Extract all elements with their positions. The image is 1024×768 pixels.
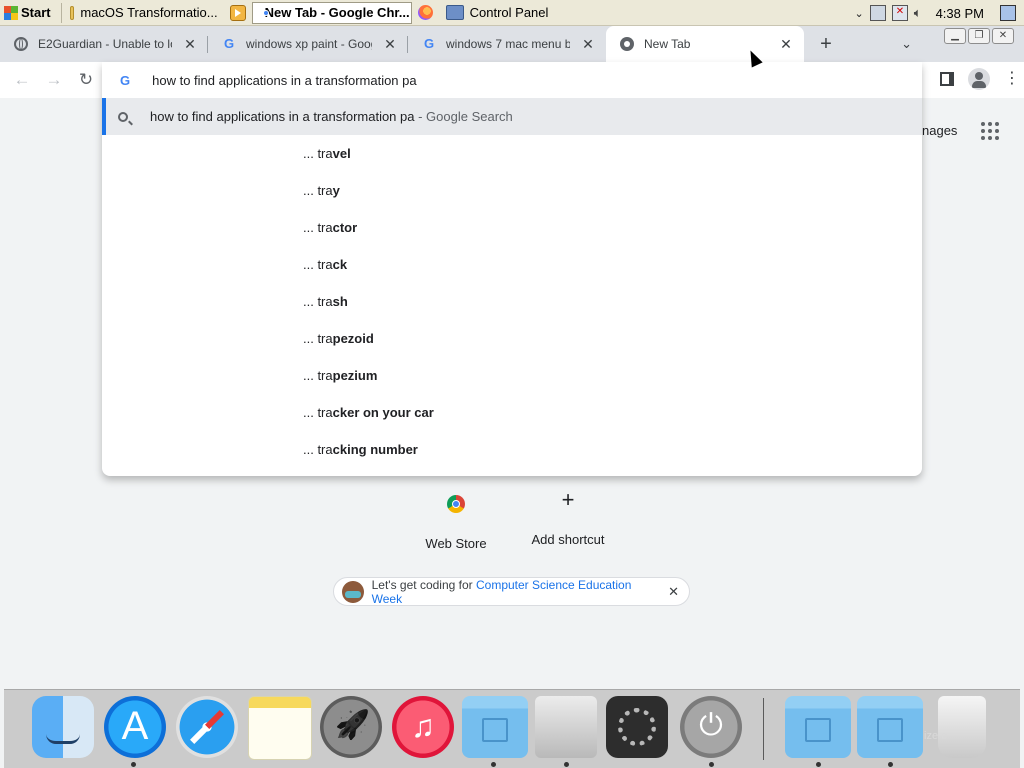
windows-logo-icon xyxy=(4,5,18,20)
shortcut-add[interactable]: + Add shortcut xyxy=(512,476,624,547)
globe-icon xyxy=(14,37,28,51)
dock-divider xyxy=(763,698,764,760)
google-icon: G xyxy=(120,72,131,88)
google-icon: G xyxy=(423,36,435,51)
omnibox-suggestion[interactable]: ... tra cking number xyxy=(102,431,922,468)
new-tab-button[interactable]: + xyxy=(812,30,840,58)
app-store-icon[interactable]: A xyxy=(104,696,166,758)
clock[interactable]: 4:38 PM xyxy=(936,6,984,21)
tab-strip: E2Guardian - Unable to loa ✕ G windows x… xyxy=(0,26,1024,62)
network-disconnected-icon[interactable] xyxy=(891,5,908,21)
omnibox-suggestion[interactable]: ... tra pezoid xyxy=(102,320,922,357)
speaker-icon[interactable]: 🔈︎ xyxy=(914,5,922,21)
close-icon[interactable]: ✕ xyxy=(668,584,679,600)
close-icon[interactable]: ✕ xyxy=(778,36,794,53)
shortcut-label: Web Store xyxy=(425,536,487,551)
reload-button[interactable]: ↻ xyxy=(74,68,98,92)
firefox-icon xyxy=(417,5,433,20)
omnibox-suggestion[interactable]: ... tra pezium xyxy=(102,357,922,394)
start-label: Start xyxy=(21,5,51,20)
profile-avatar[interactable] xyxy=(968,68,990,90)
shortcut-label: Add shortcut xyxy=(531,532,605,547)
tab-windows-xp-paint[interactable]: G windows xp paint - Google ✕ xyxy=(208,26,408,62)
taskbar-item-firefox[interactable] xyxy=(412,2,440,24)
omnibox-suggestion[interactable]: ... tra ctor xyxy=(102,209,922,246)
trash-icon[interactable] xyxy=(938,696,986,758)
close-window-button[interactable]: ✕ xyxy=(992,28,1014,44)
promo-avatar-icon xyxy=(342,580,364,603)
taskbar-item-control-panel[interactable]: Control Panel xyxy=(440,2,600,24)
promo-text: Let's get coding for xyxy=(371,577,476,592)
menu-kebab-icon[interactable]: ⋮ xyxy=(1004,71,1020,87)
web-store-icon xyxy=(447,495,465,513)
side-panel-icon[interactable] xyxy=(940,72,954,86)
omnibox-suggestion[interactable]: ... tra y xyxy=(102,172,922,209)
taskbar-item-chrome[interactable]: New Tab - Google Chr... xyxy=(251,1,412,24)
taskbar-item-macos-transformation[interactable]: macOS Transformatio... xyxy=(64,2,224,24)
control-panel-icon xyxy=(445,5,464,20)
omnibox-input[interactable] xyxy=(152,72,753,88)
media-player-icon xyxy=(229,4,246,21)
tab-e2guardian[interactable]: E2Guardian - Unable to loa ✕ xyxy=(0,26,208,62)
omnibox-suggestion-search[interactable]: how to find applications in a transforma… xyxy=(102,98,922,135)
applications-folder-icon[interactable] xyxy=(462,696,528,758)
taskbar-item-media-player[interactable] xyxy=(224,2,252,24)
music-icon[interactable]: ♫ xyxy=(392,696,454,758)
dock-ghost-text: ize e xyxy=(924,730,948,742)
safari-icon[interactable] xyxy=(176,696,238,758)
close-icon[interactable]: ✕ xyxy=(382,36,398,53)
omnibox-suggestion[interactable]: ... tra sh xyxy=(102,283,922,320)
folder-icon[interactable] xyxy=(785,696,851,758)
start-button[interactable]: Start xyxy=(0,2,59,24)
tab-windows-7-mac-menu-bar[interactable]: G windows 7 mac menu bar - ✕ xyxy=(408,26,606,62)
images-link[interactable]: nages xyxy=(922,123,957,138)
omnibox-dropdown: G how to find applications in a transfor… xyxy=(102,62,922,476)
forward-button[interactable]: → xyxy=(42,68,66,92)
notes-icon[interactable] xyxy=(248,696,312,760)
omnibox-suggestion[interactable]: ... tra cker on your car xyxy=(102,394,922,431)
system-preferences-icon[interactable] xyxy=(606,696,668,758)
omnibox[interactable]: G xyxy=(102,62,922,98)
show-desktop-icon[interactable] xyxy=(1000,5,1016,21)
tab-search-chevron-icon[interactable]: ⌄ xyxy=(901,36,912,52)
shortcut-web-store[interactable]: Web Store xyxy=(400,480,512,551)
close-icon[interactable]: ✕ xyxy=(580,36,596,53)
maximize-button[interactable]: ❐ xyxy=(968,28,990,44)
chrome-icon xyxy=(620,37,634,51)
folder-icon xyxy=(69,5,75,20)
network-icon[interactable] xyxy=(869,5,886,21)
documents-folder-icon[interactable] xyxy=(857,696,923,758)
tray-expand-icon[interactable]: ⌄ xyxy=(855,7,864,20)
google-icon: G xyxy=(223,36,235,51)
back-button[interactable]: ← xyxy=(10,68,34,92)
tab-new-tab[interactable]: New Tab ✕ xyxy=(606,26,804,62)
minimize-button[interactable]: ▁ xyxy=(944,28,966,44)
windows-taskbar: Start macOS Transformatio... New Tab - G… xyxy=(0,0,1024,26)
power-icon[interactable]: ⏻ xyxy=(680,696,742,758)
launchpad-icon[interactable] xyxy=(320,696,382,758)
finder-icon[interactable] xyxy=(32,696,94,758)
plus-icon: + xyxy=(561,487,575,512)
toolbar-actions: ⋮ xyxy=(940,68,1020,90)
mac-pro-icon[interactable] xyxy=(535,696,597,758)
omnibox-suggestion[interactable]: ... tra ck xyxy=(102,246,922,283)
omnibox-suggestion[interactable]: ... tra vel xyxy=(102,135,922,172)
doodle-promo[interactable]: Let's get coding for Computer Science Ed… xyxy=(333,577,690,606)
google-apps-icon[interactable] xyxy=(981,122,999,140)
system-tray: ⌄ 🔈︎ 4:38 PM xyxy=(855,0,1024,26)
search-icon xyxy=(118,111,128,122)
close-icon[interactable]: ✕ xyxy=(182,36,198,53)
dock: A ♫ ⏻ ize e xyxy=(4,689,1020,768)
window-controls: ▁ ❐ ✕ xyxy=(944,28,1014,44)
